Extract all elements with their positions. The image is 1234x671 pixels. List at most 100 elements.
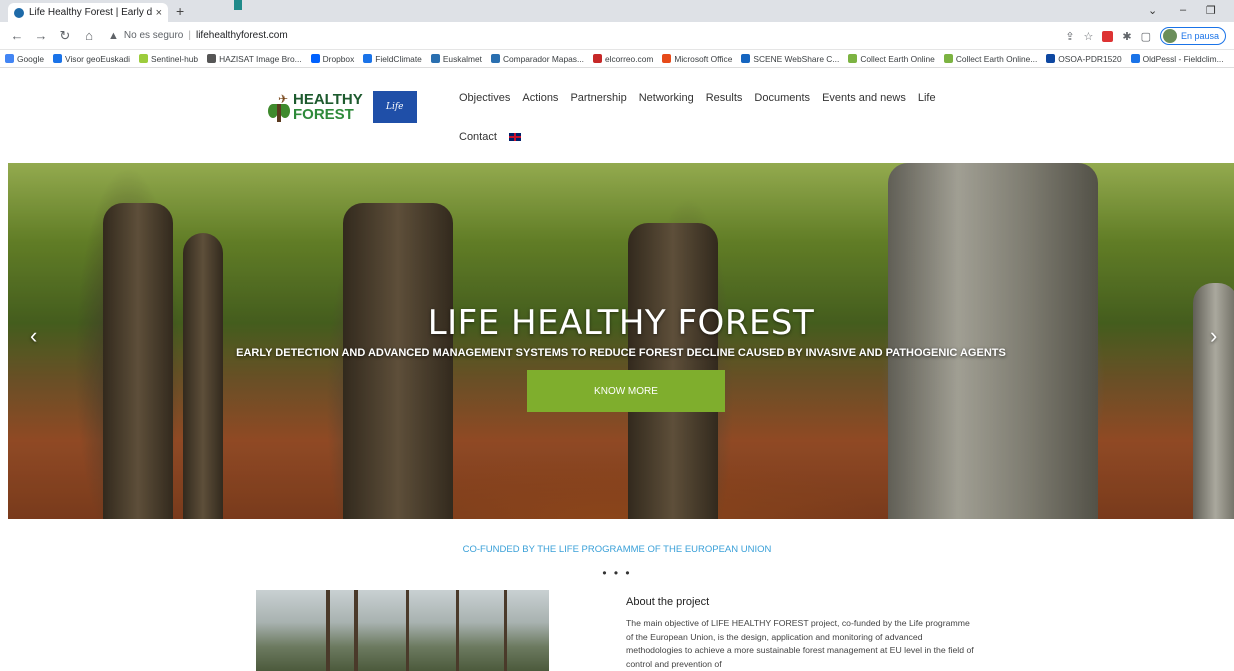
nav-item-partnership[interactable]: Partnership <box>570 92 626 104</box>
bookmark-item[interactable]: OldPessl - Fieldclim... <box>1130 53 1224 64</box>
tab-title: Life Healthy Forest | Early detecti <box>29 7 152 18</box>
bookmark-item[interactable]: OSOA-PDR1520 <box>1046 53 1122 64</box>
logo-line2: FOREST <box>293 106 354 123</box>
bookmark-favicon-icon <box>1046 54 1056 63</box>
bookmark-item[interactable]: Visor geoEuskadi <box>53 54 130 64</box>
bookmark-favicon-icon <box>53 54 63 63</box>
bookmark-favicon-icon <box>1130 54 1140 63</box>
share-icon[interactable]: ⇪ <box>1065 30 1074 43</box>
bookmark-item[interactable]: HAZISAT Image Bro... <box>207 54 302 64</box>
nav-item-documents[interactable]: Documents <box>754 92 810 104</box>
bookmark-item[interactable]: SCENE WebShare C... <box>741 54 839 64</box>
url-text: lifehealthyforest.com <box>195 30 288 41</box>
security-label: No es seguro <box>123 30 184 41</box>
know-more-button[interactable]: KNOW MORE <box>527 370 725 412</box>
bookmark-favicon-icon <box>363 54 373 63</box>
slider-next-icon[interactable]: › <box>1210 323 1217 349</box>
sidepanel-icon[interactable]: ▢ <box>1141 30 1151 43</box>
bookmark-item[interactable]: Dropbox <box>310 53 355 64</box>
bookmark-item[interactable]: Euskalmet <box>430 53 482 64</box>
bookmark-favicon-icon <box>741 54 751 63</box>
avatar <box>1162 29 1177 43</box>
bookmark-favicon-icon <box>5 54 14 63</box>
eu-life-logo: Life <box>372 91 417 123</box>
bookmark-label: Collect Earth Online... <box>955 53 1038 64</box>
forward-icon[interactable]: → <box>34 28 48 43</box>
nav-contact[interactable]: Contact <box>459 131 497 143</box>
bookmark-item[interactable]: Sentinel-hub <box>139 54 198 64</box>
uk-flag-icon[interactable] <box>508 133 521 141</box>
tree-logo-icon: ✈ <box>268 92 290 122</box>
bookmark-label: HAZISAT Image Bro... <box>219 53 302 64</box>
bookmark-label: Comparador Mapas... <box>502 53 584 64</box>
about-heading: About the project <box>626 596 710 608</box>
project-photo <box>256 590 549 671</box>
warning-icon: ▲ <box>108 29 119 42</box>
extensions-icon[interactable]: ✱ <box>1122 30 1131 43</box>
profile-label: En pausa <box>1180 31 1219 41</box>
site-logo[interactable]: ✈ HEALTHY FOREST Life <box>268 84 438 130</box>
hero-title: LIFE HEALTHY FOREST <box>427 303 815 343</box>
section-divider-dots: • • • <box>602 566 632 580</box>
cofunded-heading: CO-FUNDED BY THE LIFE PROGRAMME OF THE E… <box>462 544 772 555</box>
window-accent <box>234 0 242 10</box>
bookmark-label: Dropbox <box>322 53 355 64</box>
nav-item-networking[interactable]: Networking <box>639 92 694 104</box>
logo-line1: HEALTHY <box>293 91 363 108</box>
bookmark-label: Microsoft Office <box>674 53 733 64</box>
hero-slider: LIFE HEALTHY FOREST EARLY DETECTION AND … <box>8 163 1234 519</box>
bookmark-item[interactable]: Microsoft Office <box>662 54 732 64</box>
bookmark-label: Collect Earth Online <box>860 53 935 64</box>
nav-item-results[interactable]: Results <box>706 92 743 104</box>
nav-item-events-and-news[interactable]: Events and news <box>822 92 906 104</box>
bookmark-item[interactable]: Collect Earth Online <box>848 53 935 64</box>
browser-tab[interactable]: Life Healthy Forest | Early detecti × <box>8 3 168 22</box>
bookmark-item[interactable]: elcorreo.com <box>592 53 654 64</box>
bookmark-label: Visor geoEuskadi <box>65 53 131 64</box>
star-icon[interactable]: ☆ <box>1083 30 1093 43</box>
browser-tabbar: Life Healthy Forest | Early detecti × + … <box>0 0 1234 22</box>
bookmark-label: SCENE WebShare C... <box>753 53 840 64</box>
address-bar[interactable]: ▲ No es seguro | lifehealthyforest.com <box>108 30 288 42</box>
bookmark-label: Sentinel-hub <box>151 53 199 64</box>
bookmark-label: FieldClimate <box>375 53 422 64</box>
bookmark-label: OSOA-PDR1520 <box>1058 53 1122 64</box>
bookmark-favicon-icon <box>490 54 500 63</box>
bookmark-favicon-icon <box>207 54 217 63</box>
bookmark-favicon-icon <box>592 54 602 63</box>
bookmark-label: Google <box>17 53 45 64</box>
reload-icon[interactable]: ↻ <box>58 28 72 44</box>
main-navigation-row2: Contact <box>459 131 521 143</box>
slider-prev-icon[interactable]: ‹ <box>30 323 37 349</box>
bookmark-favicon-icon <box>848 54 858 63</box>
nav-item-actions[interactable]: Actions <box>522 92 558 104</box>
tab-search-icon[interactable]: ⌄ <box>1148 4 1157 17</box>
bookmark-item[interactable]: Google <box>5 54 44 64</box>
bookmark-favicon-icon <box>139 54 149 63</box>
bookmarks-bar: Google Visor geoEuskadi Sentinel-hub HAZISA… <box>0 50 1234 68</box>
new-tab-button[interactable]: + <box>176 3 184 19</box>
minimize-icon[interactable]: – <box>1180 4 1186 16</box>
pdf-extension-icon[interactable] <box>1102 30 1114 42</box>
bookmark-label: Euskalmet <box>442 53 482 64</box>
bookmark-item[interactable]: FieldClimate <box>363 54 422 64</box>
bookmark-item[interactable]: Comparador Mapas... <box>490 53 584 64</box>
browser-toolbar: ← → ↻ ⌂ ▲ No es seguro | lifehealthyfore… <box>0 22 1234 50</box>
back-icon[interactable]: ← <box>10 28 24 43</box>
main-navigation: Objectives Actions Partnership Networking Re… <box>459 92 936 104</box>
bookmark-favicon-icon <box>430 54 440 63</box>
site-header <box>0 68 1234 163</box>
bookmark-favicon-icon <box>943 54 953 63</box>
profile-button[interactable]: En pausa <box>1159 27 1226 45</box>
nav-item-objectives[interactable]: Objectives <box>459 92 510 104</box>
toolbar-right: ⇪ ☆ ✱ ▢ En pausa <box>1065 27 1226 45</box>
bookmark-item[interactable]: Collect Earth Online... <box>943 53 1038 64</box>
home-icon[interactable]: ⌂ <box>82 28 96 43</box>
omnibox-separator: | <box>188 30 191 41</box>
bookmark-label: elcorreo.com <box>604 53 654 64</box>
restore-icon[interactable]: ❐ <box>1206 4 1216 17</box>
nav-item-life[interactable]: Life <box>918 92 936 104</box>
bookmark-label: OldPessl - Fieldclim... <box>1142 53 1224 64</box>
tab-close-icon[interactable]: × <box>156 7 162 19</box>
about-text: The main objective of LIFE HEALTHY FORES… <box>626 618 974 669</box>
